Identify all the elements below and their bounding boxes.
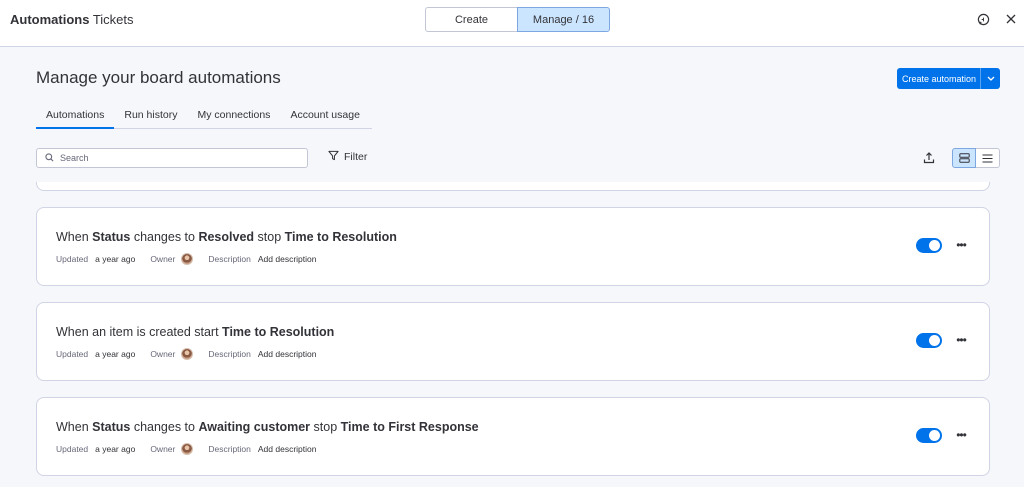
view-toggle: [952, 148, 1000, 168]
owner-avatar[interactable]: [181, 443, 194, 455]
automation-toggle[interactable]: [916, 333, 942, 348]
automation-card[interactable]: When Status changes to Awaiting customer…: [36, 397, 990, 476]
add-description-link[interactable]: Add description: [258, 349, 317, 359]
automation-meta: Updated a year ago Owner Description Add…: [56, 253, 316, 265]
automation-meta: Updated a year ago Owner Description Add…: [56, 443, 316, 455]
tab-automations[interactable]: Automations: [36, 104, 115, 129]
title-column: Status: [92, 420, 131, 434]
title-text: changes to: [130, 230, 199, 244]
close-icon[interactable]: [1003, 11, 1019, 27]
updated-label: Updated: [56, 444, 89, 454]
add-description-link[interactable]: Add description: [258, 444, 317, 454]
create-automation-label: Create automation: [902, 73, 977, 84]
title-column: Status: [92, 230, 131, 244]
tab-my-connections[interactable]: My connections: [187, 104, 280, 129]
card-view-icon[interactable]: [952, 148, 976, 168]
description-label: Description: [208, 254, 251, 264]
feedback-icon[interactable]: [975, 11, 991, 27]
updated-label: Updated: [56, 254, 89, 264]
owner-label: Owner: [150, 444, 176, 454]
owner-label: Owner: [150, 254, 176, 264]
automation-card-partial: [36, 182, 990, 191]
automation-card[interactable]: When an item is created start Time to Re…: [36, 302, 990, 381]
toggle-knob: [929, 240, 940, 251]
page-title: Manage your board automations: [36, 68, 281, 87]
title-text: When: [56, 420, 93, 434]
manage-segment-button[interactable]: Manage / 16: [517, 7, 610, 32]
more-options-icon[interactable]: •••: [953, 427, 969, 443]
chevron-down-icon[interactable]: [980, 68, 1000, 89]
title-text: changes to: [130, 420, 199, 434]
title-text: When: [56, 230, 93, 244]
filter-button[interactable]: Filter: [328, 150, 367, 164]
search-input[interactable]: [60, 153, 280, 163]
automation-title: When Status changes to Resolved stop Tim…: [56, 230, 397, 244]
updated-value: a year ago: [95, 444, 136, 454]
title-target: Time to First Response: [340, 420, 479, 434]
title-target: Time to Resolution: [222, 325, 335, 339]
updated-value: a year ago: [95, 254, 136, 264]
automation-meta: Updated a year ago Owner Description Add…: [56, 348, 316, 360]
search-box: [36, 148, 308, 168]
more-options-icon[interactable]: •••: [953, 237, 969, 253]
app-title: Automations Tickets: [10, 12, 134, 27]
automation-list: When Status changes to Resolved stop Tim…: [0, 182, 1024, 487]
create-segment-button[interactable]: Create: [425, 7, 518, 32]
filter-label: Filter: [344, 151, 368, 163]
owner-label: Owner: [150, 349, 176, 359]
description-label: Description: [208, 444, 251, 454]
title-value: Awaiting customer: [198, 420, 311, 434]
add-description-link[interactable]: Add description: [258, 254, 317, 264]
automation-title: When an item is created start Time to Re…: [56, 325, 334, 339]
app-title-board: Tickets: [89, 12, 134, 27]
description-label: Description: [208, 349, 251, 359]
updated-value: a year ago: [95, 349, 136, 359]
filter-icon: [328, 150, 339, 164]
title-text: stop: [254, 230, 285, 244]
tab-run-history[interactable]: Run history: [114, 104, 187, 129]
title-target: Time to Resolution: [284, 230, 397, 244]
tab-bar: Automations Run history My connections A…: [36, 104, 372, 129]
search-icon: [45, 149, 54, 167]
title-text: stop: [310, 420, 341, 434]
title-text: When an item is created start: [56, 325, 223, 339]
top-bar: Automations Tickets Create Manage / 16: [0, 0, 1024, 47]
toggle-knob: [929, 430, 940, 441]
export-icon[interactable]: [921, 150, 937, 166]
app-title-bold: Automations: [10, 12, 90, 27]
title-value: Resolved: [198, 230, 255, 244]
updated-label: Updated: [56, 349, 89, 359]
more-options-icon[interactable]: •••: [953, 332, 969, 348]
automation-title: When Status changes to Awaiting customer…: [56, 420, 479, 434]
automation-card[interactable]: When Status changes to Resolved stop Tim…: [36, 207, 990, 286]
tab-account-usage[interactable]: Account usage: [280, 104, 369, 129]
owner-avatar[interactable]: [181, 253, 194, 265]
owner-avatar[interactable]: [181, 348, 194, 360]
create-automation-button[interactable]: Create automation: [897, 68, 1000, 89]
automation-toggle[interactable]: [916, 428, 942, 443]
toggle-knob: [929, 335, 940, 346]
list-view-icon[interactable]: [976, 148, 1000, 168]
automation-toggle[interactable]: [916, 238, 942, 253]
